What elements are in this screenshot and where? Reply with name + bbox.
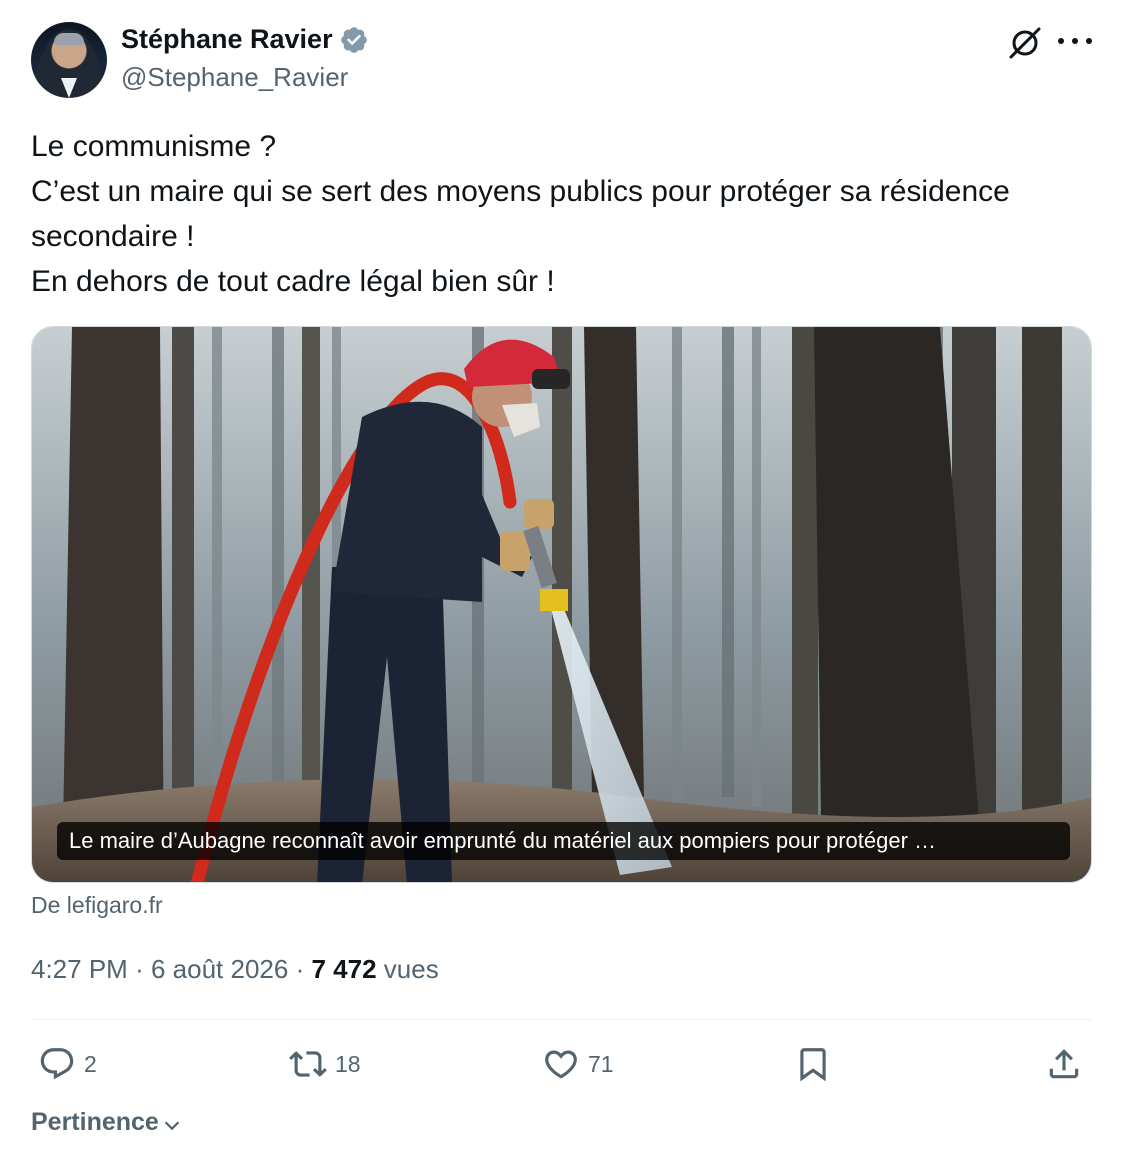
avatar-hair <box>54 33 84 45</box>
author-display-name[interactable]: Stéphane Ravier <box>121 24 333 55</box>
verified-badge-icon[interactable] <box>339 25 369 55</box>
divider <box>31 1019 1092 1020</box>
retweet-icon <box>289 1051 327 1077</box>
more-options-icon[interactable] <box>1058 27 1092 55</box>
tweet-line: Le communisme ? <box>31 130 277 163</box>
heart-icon <box>545 1050 577 1079</box>
tweet-date[interactable]: 6 août 2026 <box>151 954 288 984</box>
share-icon <box>1049 1049 1079 1079</box>
tweet-time[interactable]: 4:27 PM <box>31 954 128 984</box>
reply-count: 2 <box>84 1050 97 1077</box>
retweet-count: 18 <box>335 1050 361 1077</box>
meta-separator: · <box>135 954 144 984</box>
chevron-down-icon <box>164 1120 180 1130</box>
like-button[interactable]: 71 <box>542 1042 614 1086</box>
firefighter-photo <box>32 327 1091 882</box>
tweet-meta: 4:27 PM · 6 août 2026 · 7 472 vues <box>31 954 439 985</box>
author-name-row[interactable]: Stéphane Ravier <box>121 24 369 55</box>
avatar[interactable] <box>31 22 107 98</box>
link-card-source[interactable]: De lefigaro.fr <box>31 892 163 919</box>
grok-icon[interactable] <box>1006 24 1044 62</box>
share-button[interactable] <box>1045 1042 1083 1086</box>
views-count[interactable]: 7 472 <box>311 954 376 984</box>
tweet-text: Le communisme ? C’est un maire qui se se… <box>31 124 1101 304</box>
tweet-line: En dehors de tout cadre légal bien sûr ! <box>31 265 555 298</box>
avatar-collar <box>61 78 77 98</box>
reply-button[interactable]: 2 <box>38 1042 97 1086</box>
tweet-line: C’est un maire qui se sert des moyens pu… <box>31 175 1010 208</box>
link-card-image[interactable] <box>31 326 1092 883</box>
reply-icon <box>40 1048 74 1080</box>
meta-separator: · <box>295 954 305 984</box>
bookmark-button[interactable] <box>794 1042 832 1086</box>
replies-sort-dropdown[interactable]: Pertinence <box>31 1108 183 1137</box>
tweet-line: secondaire ! <box>31 220 195 253</box>
views-label: vues <box>383 954 439 984</box>
sort-label: Pertinence <box>31 1108 159 1136</box>
link-card-caption[interactable]: Le maire d’Aubagne reconnaît avoir empru… <box>57 822 1070 860</box>
bookmark-icon <box>800 1048 826 1082</box>
like-count: 71 <box>588 1050 614 1077</box>
retweet-button[interactable]: 18 <box>289 1042 361 1086</box>
author-handle[interactable]: @Stephane_Ravier <box>121 62 348 93</box>
